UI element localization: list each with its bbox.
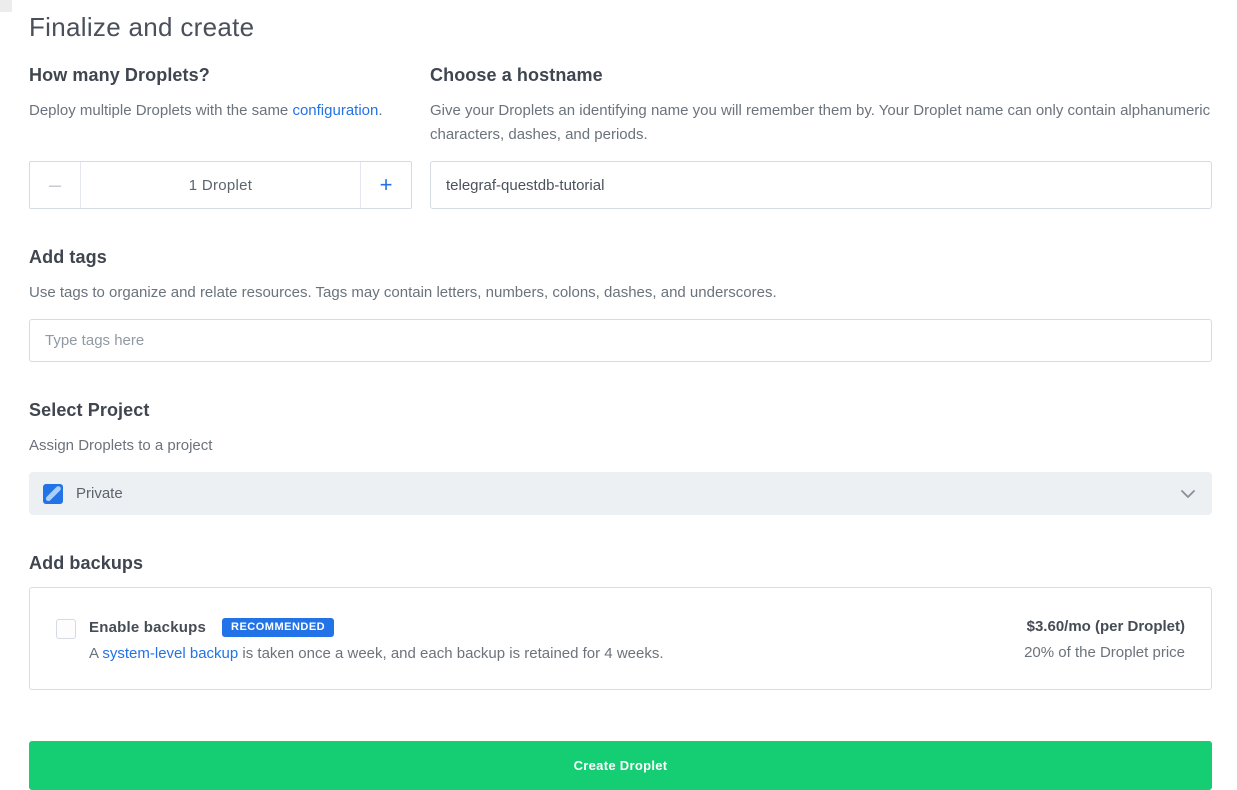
chevron-down-icon	[1180, 489, 1196, 499]
project-heading: Select Project	[29, 400, 1212, 421]
corner-artifact	[0, 0, 12, 12]
hostname-heading: Choose a hostname	[430, 65, 1212, 86]
backups-heading: Add backups	[29, 553, 1212, 574]
top-row: How many Droplets? Deploy multiple Dropl…	[29, 65, 1212, 209]
hostname-description: Give your Droplets an identifying name y…	[430, 99, 1212, 161]
droplet-count-description-period: .	[378, 102, 382, 119]
droplet-count-value: 1 Droplet	[81, 162, 360, 208]
configuration-link[interactable]: configuration	[292, 102, 378, 119]
droplet-count-description-text: Deploy multiple Droplets with the same	[29, 102, 292, 119]
project-section: Select Project Assign Droplets to a proj…	[29, 400, 1212, 515]
page-title: Finalize and create	[29, 12, 1212, 43]
enable-backups-label[interactable]: Enable backups	[89, 619, 206, 636]
droplet-count-section: How many Droplets? Deploy multiple Dropl…	[29, 65, 412, 209]
droplet-count-stepper: – 1 Droplet +	[29, 161, 412, 209]
backups-description: A system-level backup is taken once a we…	[89, 645, 1004, 662]
hostname-section: Choose a hostname Give your Droplets an …	[430, 65, 1212, 209]
backups-description-suffix: is taken once a week, and each backup is…	[238, 645, 663, 662]
tags-description: Use tags to organize and relate resource…	[29, 281, 1212, 305]
project-description: Assign Droplets to a project	[29, 434, 1212, 458]
backups-price-note: 20% of the Droplet price	[1024, 644, 1185, 661]
backups-title-row: Enable backups RECOMMENDED	[89, 618, 1004, 637]
backups-content: Enable backups RECOMMENDED A system-leve…	[89, 618, 1004, 662]
create-droplet-button[interactable]: Create Droplet	[29, 741, 1212, 790]
increment-droplets-button[interactable]: +	[360, 162, 411, 208]
decrement-droplets-button[interactable]: –	[30, 162, 81, 208]
backups-description-prefix: A	[89, 645, 102, 662]
backups-section: Add backups Enable backups RECOMMENDED A…	[29, 553, 1212, 690]
droplet-count-description: Deploy multiple Droplets with the same c…	[29, 99, 412, 161]
hostname-input[interactable]	[430, 161, 1212, 209]
backups-pricing: $3.60/mo (per Droplet) 20% of the Drople…	[1024, 618, 1185, 661]
tags-input[interactable]	[29, 319, 1212, 362]
system-level-backup-link[interactable]: system-level backup	[102, 645, 238, 662]
backups-card: Enable backups RECOMMENDED A system-leve…	[29, 587, 1212, 690]
tags-section: Add tags Use tags to organize and relate…	[29, 247, 1212, 362]
project-folder-icon	[43, 484, 63, 504]
backups-price: $3.60/mo (per Droplet)	[1024, 618, 1185, 635]
tags-heading: Add tags	[29, 247, 1212, 268]
recommended-badge: RECOMMENDED	[222, 618, 334, 637]
project-selected-value: Private	[76, 485, 1180, 502]
finalize-and-create-page: Finalize and create How many Droplets? D…	[0, 0, 1237, 790]
droplet-count-heading: How many Droplets?	[29, 65, 412, 86]
enable-backups-checkbox[interactable]	[56, 619, 76, 639]
project-select[interactable]: Private	[29, 472, 1212, 515]
